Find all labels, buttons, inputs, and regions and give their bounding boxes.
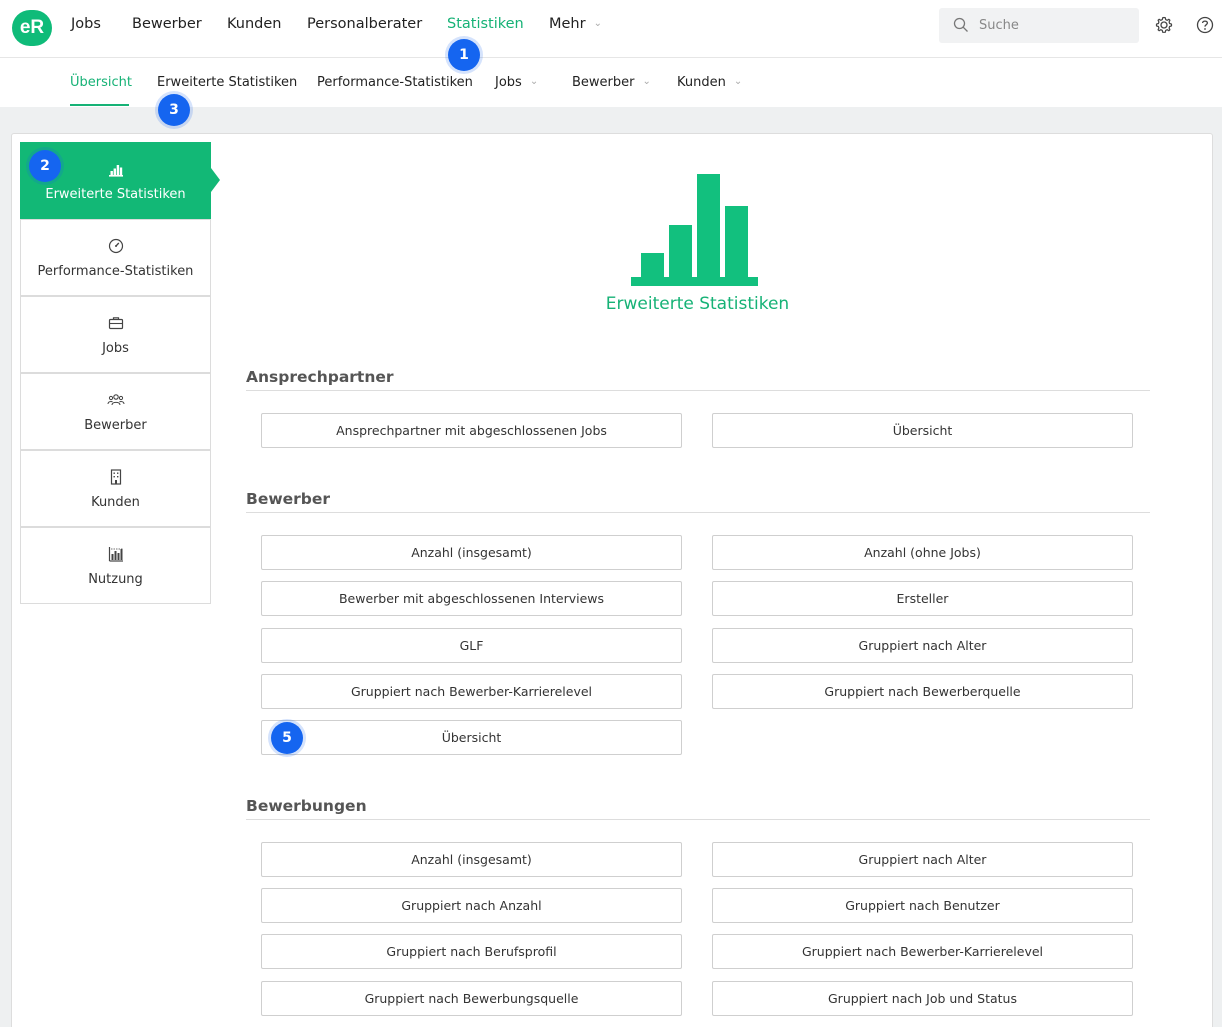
chevron-down-icon: ⌄	[529, 76, 539, 87]
annotation-badge: 2	[29, 150, 61, 182]
sidebar-item-bewerber[interactable]: Bewerber	[20, 373, 211, 450]
report-button[interactable]: Gruppiert nach Anzahl	[261, 888, 682, 923]
gear-icon[interactable]	[1154, 15, 1174, 35]
nav-item-statistiken[interactable]: Statistiken	[447, 16, 524, 32]
chevron-down-icon: ⌄	[593, 18, 602, 29]
building-icon	[110, 468, 121, 485]
report-button[interactable]: Bewerber mit abgeschlossenen Interviews	[261, 581, 682, 616]
report-button[interactable]: Anzahl (insgesamt)	[261, 535, 682, 570]
report-button[interactable]: Gruppiert nach Berufsprofil	[261, 934, 682, 969]
report-button[interactable]: Übersicht	[712, 413, 1133, 448]
subnav-item-uebersicht[interactable]: Übersicht	[70, 75, 132, 90]
active-indicator-arrow	[211, 168, 220, 192]
search-box[interactable]	[939, 8, 1139, 43]
section-title-ansprechpartner: Ansprechpartner	[246, 368, 394, 386]
report-button[interactable]: Gruppiert nach Bewerber-Karrierelevel	[712, 934, 1133, 969]
sidebar-item-label: Bewerber	[84, 417, 147, 433]
sidebar-item-label: Performance-Statistiken	[37, 263, 194, 279]
sidebar-item-label: Nutzung	[88, 571, 143, 587]
sidebar-item-kunden[interactable]: Kunden	[20, 450, 211, 527]
report-button[interactable]: Gruppiert nach Alter	[712, 628, 1133, 663]
report-button[interactable]: GLF	[261, 628, 682, 663]
briefcase-icon	[108, 316, 123, 329]
usage-chart-icon	[108, 546, 123, 562]
report-button[interactable]: Gruppiert nach Bewerberquelle	[712, 674, 1133, 709]
report-button[interactable]: Gruppiert nach Bewerbungsquelle	[261, 981, 682, 1016]
subnav-item-kunden[interactable]: Kunden ⌄	[677, 75, 742, 90]
subnav-item-erweiterte-statistiken[interactable]: Erweiterte Statistiken	[157, 75, 297, 90]
report-button[interactable]: Gruppiert nach Benutzer	[712, 888, 1133, 923]
chevron-down-icon: ⌄	[642, 76, 651, 87]
sidebar-item-performance-statistiken[interactable]: Performance-Statistiken	[20, 219, 211, 296]
report-button[interactable]: Gruppiert nach Alter	[712, 842, 1133, 877]
hero-bar-chart-icon	[631, 174, 758, 286]
sidebar-item-label: Erweiterte Statistiken	[45, 186, 186, 202]
annotation-badge: 5	[271, 722, 303, 754]
help-icon[interactable]	[1195, 15, 1215, 35]
report-button[interactable]: Übersicht	[261, 720, 682, 755]
section-divider	[246, 512, 1150, 513]
report-button[interactable]: Gruppiert nach Job und Status	[712, 981, 1133, 1016]
subnav-kunden-label: Kunden	[677, 75, 726, 90]
sidebar-item-nutzung[interactable]: Nutzung	[20, 527, 211, 604]
hero-title: Erweiterte Statistiken	[605, 294, 790, 314]
report-button[interactable]: Ansprechpartner mit abgeschlossenen Jobs	[261, 413, 682, 448]
nav-item-kunden[interactable]: Kunden	[227, 16, 281, 32]
section-divider	[246, 390, 1150, 391]
nav-item-jobs[interactable]: Jobs	[71, 16, 101, 32]
chevron-down-icon: ⌄	[733, 76, 743, 87]
report-button[interactable]: Anzahl (insgesamt)	[261, 842, 682, 877]
top-navigation: eR Jobs Bewerber Kunden Personalberater …	[0, 0, 1222, 58]
report-button[interactable]: Gruppiert nach Bewerber-Karrierelevel	[261, 674, 682, 709]
report-button[interactable]: Anzahl (ohne Jobs)	[712, 535, 1133, 570]
search-input[interactable]	[979, 8, 1129, 43]
active-tab-indicator	[70, 104, 129, 106]
sidebar-item-label: Jobs	[102, 340, 129, 356]
search-icon	[953, 17, 968, 32]
nav-item-mehr-label: Mehr	[549, 16, 586, 32]
app-logo[interactable]: eR	[12, 10, 52, 46]
subnav-item-performance-statistiken[interactable]: Performance-Statistiken	[317, 75, 473, 90]
gauge-icon	[108, 238, 123, 253]
subnav-jobs-label: Jobs	[495, 75, 522, 90]
subnav-item-bewerber[interactable]: Bewerber ⌄	[572, 75, 651, 90]
bar-chart-icon	[108, 164, 123, 177]
report-button[interactable]: Ersteller	[712, 581, 1133, 616]
section-title-bewerber: Bewerber	[246, 490, 331, 508]
nav-item-bewerber[interactable]: Bewerber	[132, 16, 202, 32]
annotation-badge: 1	[448, 39, 480, 71]
annotation-badge: 3	[158, 94, 190, 126]
people-icon	[107, 393, 124, 405]
section-divider	[246, 819, 1150, 820]
nav-item-personalberater[interactable]: Personalberater	[307, 16, 422, 32]
sidebar-item-jobs[interactable]: Jobs	[20, 296, 211, 373]
section-title-bewerbungen: Bewerbungen	[246, 797, 367, 815]
subnav-item-jobs[interactable]: Jobs ⌄	[495, 75, 538, 90]
nav-item-mehr[interactable]: Mehr ⌄	[549, 16, 602, 32]
sidebar-item-label: Kunden	[91, 494, 140, 510]
subnav-bewerber-label: Bewerber	[572, 75, 635, 90]
